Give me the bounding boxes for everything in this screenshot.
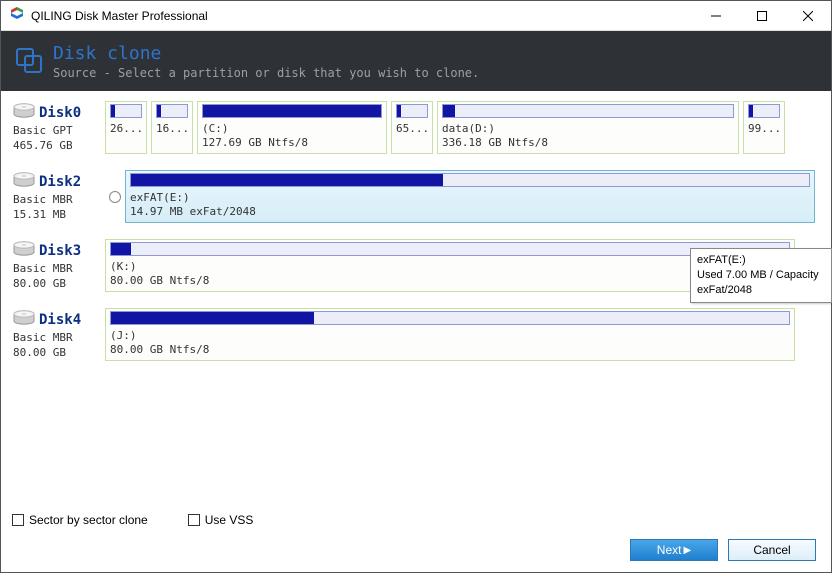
partition-size: 14.97 MB exFat/2048: [130, 205, 810, 219]
disk-icon: [13, 172, 35, 191]
disk-radio[interactable]: [107, 170, 123, 223]
disk-row[interactable]: Disk2 Basic MBR 15.31 MB exFAT(E:)14.97 MB …: [13, 170, 819, 223]
partition[interactable]: 65...: [391, 101, 433, 154]
disk-basic: Basic MBR: [13, 262, 105, 275]
usage-bar: [748, 104, 780, 118]
disk-icon: [13, 103, 35, 122]
partition-size: 127.69 GB Ntfs/8: [202, 136, 382, 150]
checkbox-icon: [188, 514, 200, 526]
app-logo-icon: [9, 6, 25, 25]
usage-bar: [396, 104, 428, 118]
checkbox-label: Sector by sector clone: [29, 513, 148, 527]
disk-row[interactable]: Disk4Basic MBR80.00 GB(J:)80.00 GB Ntfs/…: [13, 308, 819, 361]
disk-icon: [13, 310, 35, 329]
usage-fill: [203, 105, 381, 117]
disk-basic: Basic MBR: [13, 193, 105, 206]
usage-bar: [202, 104, 382, 118]
checkbox-label: Use VSS: [205, 513, 254, 527]
partition-size: 65...: [396, 122, 428, 136]
footer-buttons: Next▶ Cancel: [630, 539, 816, 561]
disk-clone-icon: [15, 46, 43, 77]
partition[interactable]: 26...: [105, 101, 147, 154]
disk-basic: Basic GPT: [13, 124, 105, 137]
page-header: Disk clone Source - Select a partition o…: [1, 31, 831, 91]
disk-size: 80.00 GB: [13, 346, 105, 359]
cancel-button[interactable]: Cancel: [728, 539, 816, 561]
disk-name: Disk2: [39, 174, 81, 190]
disk-icon: [13, 241, 35, 260]
usage-fill: [397, 105, 401, 117]
usage-fill: [111, 105, 115, 117]
usage-fill: [749, 105, 753, 117]
button-label: Next: [657, 543, 682, 557]
usage-bar: [110, 104, 142, 118]
partition[interactable]: 99...: [743, 101, 785, 154]
partition[interactable]: exFAT(E:)14.97 MB exFat/2048: [125, 170, 815, 223]
usage-fill: [111, 312, 314, 324]
partition[interactable]: 16...: [151, 101, 193, 154]
partition[interactable]: (C:)127.69 GB Ntfs/8: [197, 101, 387, 154]
disk-name: Disk3: [39, 243, 81, 259]
partition-container: (J:)80.00 GB Ntfs/8: [105, 308, 819, 361]
button-label: Cancel: [753, 543, 790, 557]
use-vss-checkbox[interactable]: Use VSS: [188, 513, 254, 527]
chevron-right-icon: ▶: [683, 545, 691, 556]
partition-size: 80.00 GB Ntfs/8: [110, 343, 790, 357]
partition-label: (K:): [110, 260, 790, 274]
usage-bar: [130, 173, 810, 187]
partition-label: (J:): [110, 329, 790, 343]
titlebar: QILING Disk Master Professional: [1, 1, 831, 31]
page-title: Disk clone: [53, 43, 479, 64]
partition-size: 80.00 GB Ntfs/8: [110, 274, 790, 288]
window-title: QILING Disk Master Professional: [31, 9, 693, 23]
page-subtitle: Source - Select a partition or disk that…: [53, 66, 479, 80]
usage-bar: [110, 311, 790, 325]
partition-size: 16...: [156, 122, 188, 136]
disk-size: 80.00 GB: [13, 277, 105, 290]
disk-size: 15.31 MB: [13, 208, 105, 221]
partition-tooltip: exFAT(E:) Used 7.00 MB / Capacity exFat/…: [690, 248, 832, 303]
disk-info: Disk3 Basic MBR 80.00 GB: [13, 239, 105, 292]
tooltip-line: exFAT(E:): [697, 253, 825, 268]
partition-container: exFAT(E:)14.97 MB exFat/2048: [125, 170, 819, 223]
partition[interactable]: (J:)80.00 GB Ntfs/8: [105, 308, 795, 361]
usage-fill: [131, 174, 443, 186]
disk-name: Disk0: [39, 105, 81, 121]
partition[interactable]: data(D:)336.18 GB Ntfs/8: [437, 101, 739, 154]
disk-info: Disk4 Basic MBR 80.00 GB: [13, 308, 105, 361]
partition-size: 26...: [110, 122, 142, 136]
disk-info: Disk2 Basic MBR 15.31 MB: [13, 170, 105, 223]
maximize-button[interactable]: [739, 1, 785, 31]
partition-label: data(D:): [442, 122, 734, 136]
partition-size: 336.18 GB Ntfs/8: [442, 136, 734, 150]
checkbox-icon: [12, 514, 24, 526]
usage-bar: [442, 104, 734, 118]
close-button[interactable]: [785, 1, 831, 31]
disk-basic: Basic MBR: [13, 331, 105, 344]
partition-label: exFAT(E:): [130, 191, 810, 205]
minimize-button[interactable]: [693, 1, 739, 31]
disk-info: Disk0 Basic GPT 465.76 GB: [13, 101, 105, 154]
partition-container: 26... 16... (C:)127.69 GB Ntfs/8 65... data(…: [105, 101, 819, 154]
tooltip-line: exFat/2048: [697, 283, 825, 298]
usage-fill: [111, 243, 131, 255]
disk-size: 465.76 GB: [13, 139, 105, 152]
options-row: Sector by sector clone Use VSS: [12, 513, 253, 527]
usage-fill: [157, 105, 161, 117]
next-button[interactable]: Next▶: [630, 539, 718, 561]
usage-bar: [156, 104, 188, 118]
partition-size: 99...: [748, 122, 780, 136]
sector-by-sector-checkbox[interactable]: Sector by sector clone: [12, 513, 148, 527]
disk-row[interactable]: Disk0 Basic GPT 465.76 GB 26... 16... (C:)127…: [13, 101, 819, 154]
partition-label: (C:): [202, 122, 382, 136]
disk-name: Disk4: [39, 312, 81, 328]
radio-icon: [109, 191, 121, 203]
tooltip-line: Used 7.00 MB / Capacity: [697, 268, 825, 283]
usage-bar: [110, 242, 790, 256]
usage-fill: [443, 105, 455, 117]
